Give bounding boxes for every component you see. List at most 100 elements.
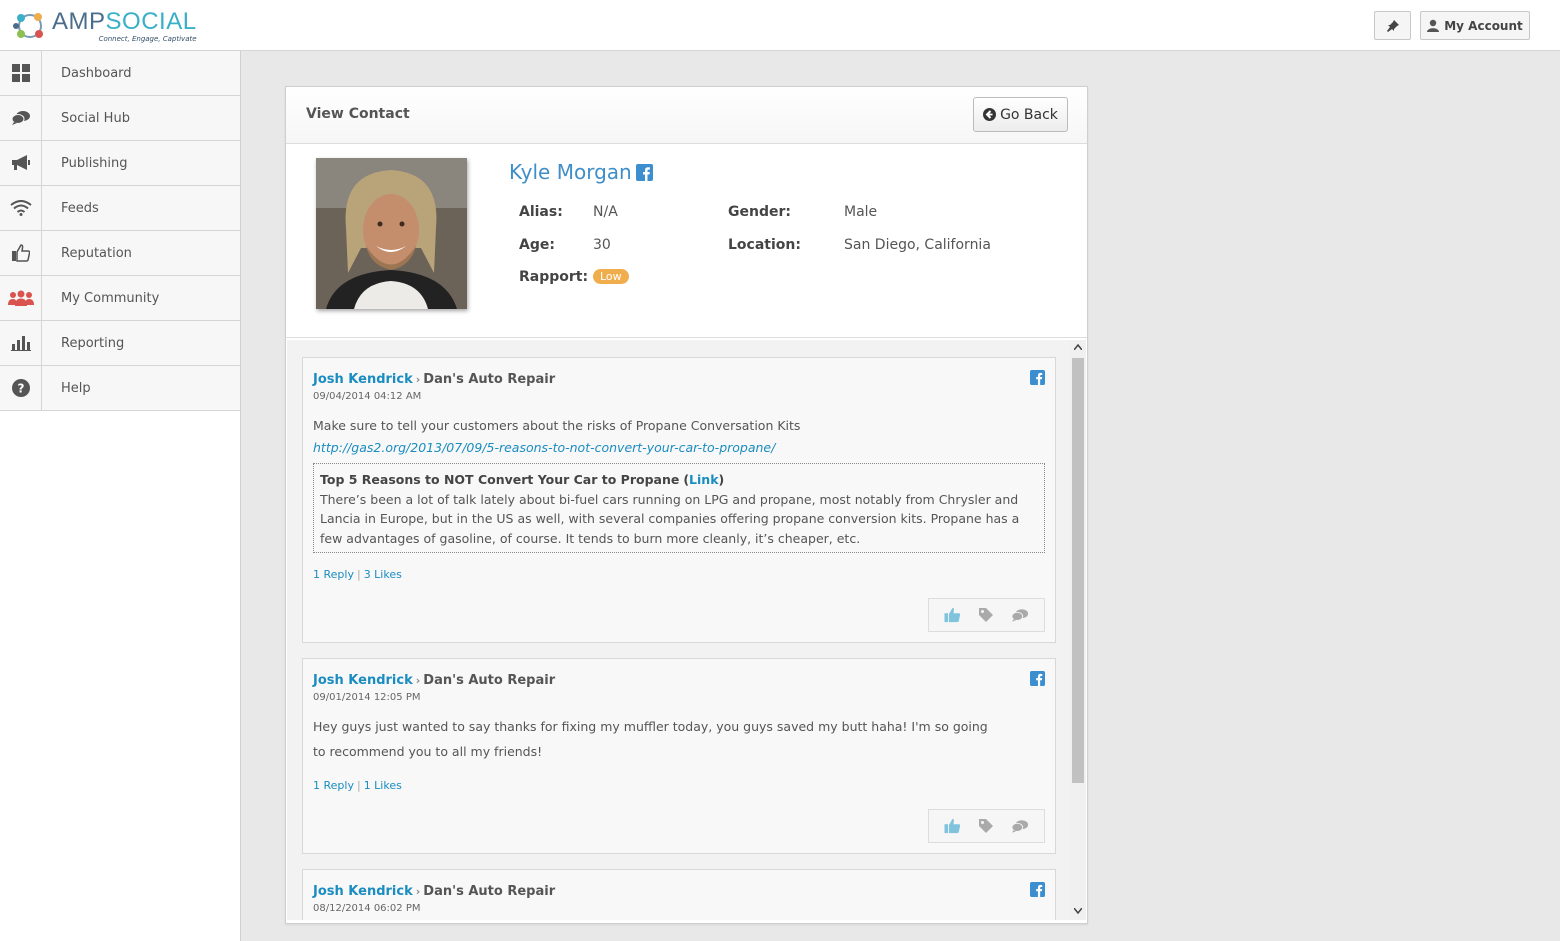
feed-post: Josh Kendrick › Dan's Auto Repair 09/01/… [302, 658, 1056, 854]
wifi-icon [9, 200, 32, 216]
megaphone-icon [11, 155, 30, 170]
logo-mark-icon [13, 13, 43, 38]
rapport-label: Rapport: [519, 269, 589, 285]
post-author-link[interactable]: Josh Kendrick [313, 884, 413, 899]
preview-link[interactable]: Link [689, 472, 718, 487]
go-back-button[interactable]: Go Back [973, 97, 1068, 132]
likes-link[interactable]: 3 Likes [364, 568, 402, 581]
post-author-link[interactable]: Josh Kendrick [313, 673, 413, 688]
sidebar-item-social-hub[interactable]: Social Hub [0, 96, 240, 141]
view-contact-panel: View Contact Go Back Kyle Morgan Alias: … [285, 86, 1088, 924]
post-url-link[interactable]: http://gas2.org/2013/07/09/5-reasons-to-… [313, 440, 775, 455]
app-logo[interactable]: AMPSOCIAL Connect, Engage, Captivate [12, 6, 197, 46]
feed-post: Josh Kendrick › Dan's Auto Repair 08/12/… [302, 869, 1056, 920]
sidebar-item-my-community[interactable]: My Community [0, 276, 240, 321]
post-actions [928, 809, 1045, 843]
post-date: 09/04/2014 04:12 AM [313, 391, 422, 402]
age-value: 30 [593, 237, 611, 253]
contact-profile: Kyle Morgan Alias: N/A Age: 30 Rapport: … [286, 144, 1087, 338]
users-icon [7, 290, 34, 306]
sidebar-item-label: Social Hub [61, 110, 130, 126]
sidebar-item-label: Dashboard [61, 65, 132, 81]
chevron-right-icon: › [415, 885, 421, 898]
like-icon[interactable] [944, 607, 961, 623]
feed-scrollbar[interactable] [1070, 340, 1086, 920]
sidebar-item-label: Help [61, 380, 91, 396]
comments-icon[interactable] [1011, 608, 1029, 623]
preview-title: Top 5 Reasons to NOT Convert Your Car to… [320, 472, 680, 487]
scrollbar-thumb[interactable] [1072, 358, 1084, 783]
sidebar-item-dashboard[interactable]: Dashboard [0, 51, 240, 96]
location-label: Location: [728, 237, 801, 253]
arrow-circle-left-icon [983, 108, 997, 121]
like-icon[interactable] [944, 818, 961, 834]
pin-button[interactable] [1374, 11, 1411, 40]
go-back-label: Go Back [1000, 106, 1058, 123]
alias-value: N/A [593, 204, 618, 220]
post-page-name: Dan's Auto Repair [423, 372, 556, 387]
post-actions [928, 598, 1045, 632]
help-icon: ? [11, 379, 30, 397]
rapport-badge: Low [593, 269, 629, 284]
sidebar-item-label: Publishing [61, 155, 128, 171]
sidebar-item-label: Feeds [61, 200, 99, 216]
post-text: Hey guys just wanted to say thanks for f… [313, 719, 988, 759]
chat-icon [11, 111, 30, 125]
replies-link[interactable]: 1 Reply [313, 779, 354, 792]
pin-icon [1386, 19, 1399, 32]
my-account-button[interactable]: My Account [1420, 11, 1530, 40]
logo-amp: AMP [52, 7, 106, 35]
contact-name-text: Kyle Morgan [509, 160, 632, 184]
post-text: Make sure to tell your customers about t… [313, 418, 801, 433]
dashboard-icon [11, 64, 30, 82]
contact-name: Kyle Morgan [509, 160, 653, 184]
age-label: Age: [519, 237, 555, 253]
post-page-name: Dan's Auto Repair [423, 884, 556, 899]
panel-title: View Contact [306, 106, 410, 122]
scroll-up-icon[interactable] [1074, 344, 1082, 350]
sidebar-nav: Dashboard Social Hub Publishing Feeds Re… [0, 51, 241, 941]
sidebar-item-label: My Community [61, 290, 160, 306]
top-header: AMPSOCIAL Connect, Engage, Captivate My … [0, 0, 1560, 51]
tag-icon[interactable] [978, 818, 994, 834]
post-stats: 1 Reply | 1 Likes [313, 779, 402, 792]
sidebar-item-reporting[interactable]: Reporting [0, 321, 240, 366]
sidebar-item-feeds[interactable]: Feeds [0, 186, 240, 231]
thumbs-up-icon [11, 244, 30, 262]
logo-tagline: Connect, Engage, Captivate [98, 34, 197, 43]
sidebar-item-reputation[interactable]: Reputation [0, 231, 240, 276]
chevron-right-icon: › [415, 373, 421, 386]
alias-label: Alias: [519, 204, 563, 220]
comments-icon[interactable] [1011, 819, 1029, 834]
contact-avatar [316, 158, 467, 309]
preview-body: There’s been a lot of talk lately about … [320, 491, 1020, 546]
tag-icon[interactable] [978, 607, 994, 623]
user-icon [1427, 19, 1440, 32]
chevron-right-icon: › [415, 674, 421, 687]
link-preview: Top 5 Reasons to NOT Convert Your Car to… [313, 463, 1045, 553]
post-date: 08/12/2014 06:02 PM [313, 903, 421, 914]
gender-label: Gender: [728, 204, 791, 220]
activity-feed: Josh Kendrick › Dan's Auto Repair 09/04/… [287, 340, 1070, 920]
scroll-down-icon[interactable] [1074, 908, 1082, 914]
gender-value: Male [844, 204, 878, 220]
svg-text:?: ? [17, 382, 24, 396]
likes-link[interactable]: 1 Likes [364, 779, 402, 792]
sidebar-item-help[interactable]: ? Help [0, 366, 240, 411]
facebook-icon[interactable] [1030, 370, 1045, 385]
facebook-icon[interactable] [635, 163, 653, 181]
post-stats: 1 Reply | 3 Likes [313, 568, 402, 581]
facebook-icon[interactable] [1030, 671, 1045, 686]
sidebar-item-label: Reputation [61, 245, 132, 261]
facebook-icon[interactable] [1030, 882, 1045, 897]
post-author-link[interactable]: Josh Kendrick [313, 372, 413, 387]
sidebar-item-publishing[interactable]: Publishing [0, 141, 240, 186]
feed-post: Josh Kendrick › Dan's Auto Repair 09/04/… [302, 357, 1056, 643]
bar-chart-icon [10, 336, 31, 351]
logo-social: SOCIAL [105, 7, 197, 35]
post-page-name: Dan's Auto Repair [423, 673, 556, 688]
my-account-label: My Account [1444, 18, 1523, 33]
panel-header: View Contact Go Back [286, 87, 1087, 144]
replies-link[interactable]: 1 Reply [313, 568, 354, 581]
sidebar-item-label: Reporting [61, 335, 125, 351]
